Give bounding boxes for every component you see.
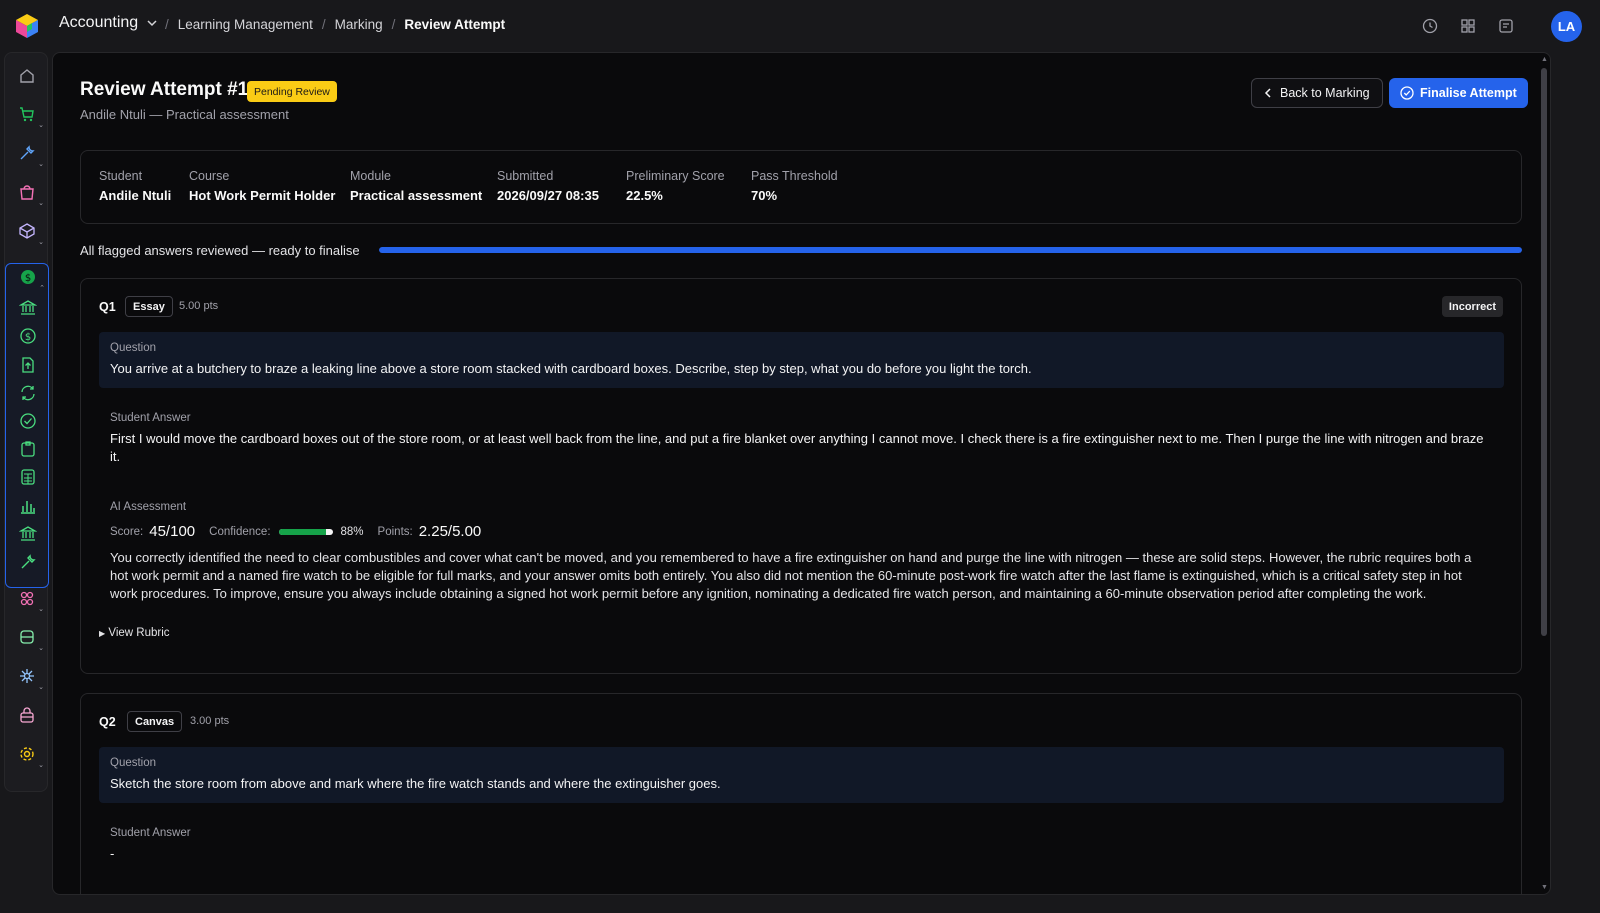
sidebar-currency-icon[interactable]: $: [14, 322, 42, 350]
question-text: You arrive at a butchery to braze a leak…: [110, 361, 1032, 376]
top-bar: Accounting / Learning Management / Marki…: [0, 0, 1600, 52]
question-number: Q2: [99, 715, 116, 729]
avatar[interactable]: LA: [1551, 11, 1582, 42]
sidebar-check-icon[interactable]: [14, 407, 42, 435]
confidence-bar: [278, 528, 333, 535]
chevron-down-icon: [147, 20, 157, 27]
attempt-info-card: Student Andile Ntuli Course Hot Work Per…: [80, 150, 1522, 224]
sidebar-cart-icon[interactable]: ⌄: [13, 100, 44, 129]
student-answer: Student Answer First I would move the ca…: [110, 412, 1490, 466]
info-course: Course Hot Work Permit Holder: [189, 169, 336, 203]
question-card-q1: Q1 Essay 5.00 pts Incorrect Question You…: [80, 278, 1522, 674]
sidebar-bank-icon-2[interactable]: [14, 520, 42, 548]
main-panel: Review Attempt #1 Pending Review Andile …: [52, 52, 1551, 895]
question-box: Question Sketch the store room from abov…: [99, 747, 1504, 803]
info-module: Module Practical assessment: [350, 169, 483, 203]
svg-text:$: $: [25, 273, 31, 284]
confidence-value: 88%: [340, 525, 364, 538]
sidebar-tools-icon[interactable]: ⌄: [13, 139, 44, 168]
clock-icon[interactable]: [1420, 16, 1440, 36]
sidebar-box-icon[interactable]: ⌄: [13, 217, 44, 246]
status-badge: Pending Review: [247, 81, 337, 102]
question-type-badge: Essay: [125, 296, 173, 317]
breadcrumb-learning-management[interactable]: Learning Management: [178, 17, 313, 32]
question-points: 3.00 pts: [190, 715, 230, 727]
sidebar-bank-icon[interactable]: [14, 294, 42, 322]
app-switcher[interactable]: Accounting: [59, 14, 158, 32]
confidence-fill: [278, 528, 327, 535]
page-title: Review Attempt #1: [80, 79, 249, 100]
question-box: Question You arrive at a butchery to bra…: [99, 332, 1504, 388]
sidebar-wrench-icon[interactable]: [14, 548, 42, 576]
scroll-down-icon[interactable]: ▼: [1541, 884, 1548, 891]
breadcrumb-marking[interactable]: Marking: [335, 17, 383, 32]
question-text: Sketch the store room from above and mar…: [110, 776, 721, 791]
student-answer-text: -: [110, 846, 115, 861]
sidebar-settings-icon[interactable]: ⌄: [13, 740, 44, 769]
sidebar-bag-icon[interactable]: ⌄: [13, 178, 44, 207]
question-number: Q1: [99, 300, 116, 314]
ai-assessment-metrics: Score: 45/100 Confidence: 88% Points: 2.…: [110, 523, 482, 540]
page-subtitle: Andile Ntuli — Practical assessment: [80, 107, 289, 122]
sidebar: ⌄ ⌄ ⌄ ⌄ $ ⌃ $ ⌄ ⌄ ⌄ ⌄: [4, 52, 49, 792]
sidebar-export-icon[interactable]: [14, 351, 42, 379]
info-student: Student Andile Ntuli: [99, 169, 172, 203]
question-status-badge: Incorrect: [1441, 296, 1503, 317]
ai-feedback-text: You correctly identified the need to cle…: [110, 550, 1472, 601]
question-points: 5.00 pts: [179, 300, 219, 312]
review-progress-text: All flagged answers reviewed — ready to …: [80, 243, 360, 258]
sidebar-clipboard-icon[interactable]: [14, 435, 42, 463]
sidebar-refresh-icon[interactable]: [14, 379, 42, 407]
check-circle-icon: [1400, 86, 1414, 100]
student-answer: Student Answer -: [110, 827, 1490, 863]
ai-points: 2.25/5.00: [418, 523, 482, 540]
review-progress-fill: [379, 247, 1522, 253]
sidebar-people-icon[interactable]: ⌄: [13, 584, 44, 613]
finalise-attempt-label: Finalise Attempt: [1420, 86, 1517, 100]
sidebar-network-icon[interactable]: ⌄: [13, 662, 44, 691]
sidebar-calculator-icon[interactable]: [14, 463, 42, 491]
triangle-right-icon: ▶: [99, 629, 106, 638]
back-to-marking-label: Back to Marking: [1280, 86, 1370, 100]
question-type-badge: Canvas: [127, 711, 183, 732]
sidebar-home-icon[interactable]: [13, 62, 41, 90]
sidebar-lock-box-icon[interactable]: [13, 701, 41, 729]
svg-text:$: $: [25, 332, 31, 343]
app-logo-icon[interactable]: [14, 13, 40, 39]
sidebar-accounting-group: $ ⌃ $: [5, 263, 49, 588]
scroll-thumb[interactable]: [1541, 68, 1547, 636]
scroll-up-icon[interactable]: ▲: [1541, 56, 1548, 63]
breadcrumb: / Learning Management / Marking / Review…: [165, 17, 506, 32]
ai-score: 45/100: [149, 523, 196, 540]
question-card-q2: Q2 Canvas 3.00 pts Question Sketch the s…: [80, 693, 1522, 894]
chevron-left-icon: [1264, 88, 1271, 98]
ai-assessment-label: AI Assessment: [110, 501, 187, 513]
sidebar-dollar-icon[interactable]: $ ⌃: [14, 263, 45, 292]
view-rubric-toggle[interactable]: ▶ View Rubric: [99, 627, 170, 639]
breadcrumb-review-attempt: Review Attempt: [404, 17, 506, 32]
notes-icon[interactable]: [1496, 16, 1516, 36]
grid-icon[interactable]: [1458, 16, 1478, 36]
finalise-attempt-button[interactable]: Finalise Attempt: [1389, 78, 1528, 108]
review-progress-bar: [379, 247, 1522, 253]
info-pass-threshold: Pass Threshold 70%: [751, 169, 838, 203]
info-preliminary-score: Preliminary Score 22.5%: [626, 169, 725, 203]
info-submitted: Submitted 2026/09/27 08:35: [497, 169, 599, 203]
sidebar-database-icon[interactable]: ⌄: [13, 623, 44, 652]
app-name: Accounting: [59, 14, 139, 31]
student-answer-text: First I would move the cardboard boxes o…: [110, 431, 1484, 464]
back-to-marking-button[interactable]: Back to Marking: [1251, 78, 1383, 108]
main-scrollbar[interactable]: ▲ ▼: [1539, 52, 1549, 895]
sidebar-bar-chart-icon[interactable]: [14, 492, 42, 520]
